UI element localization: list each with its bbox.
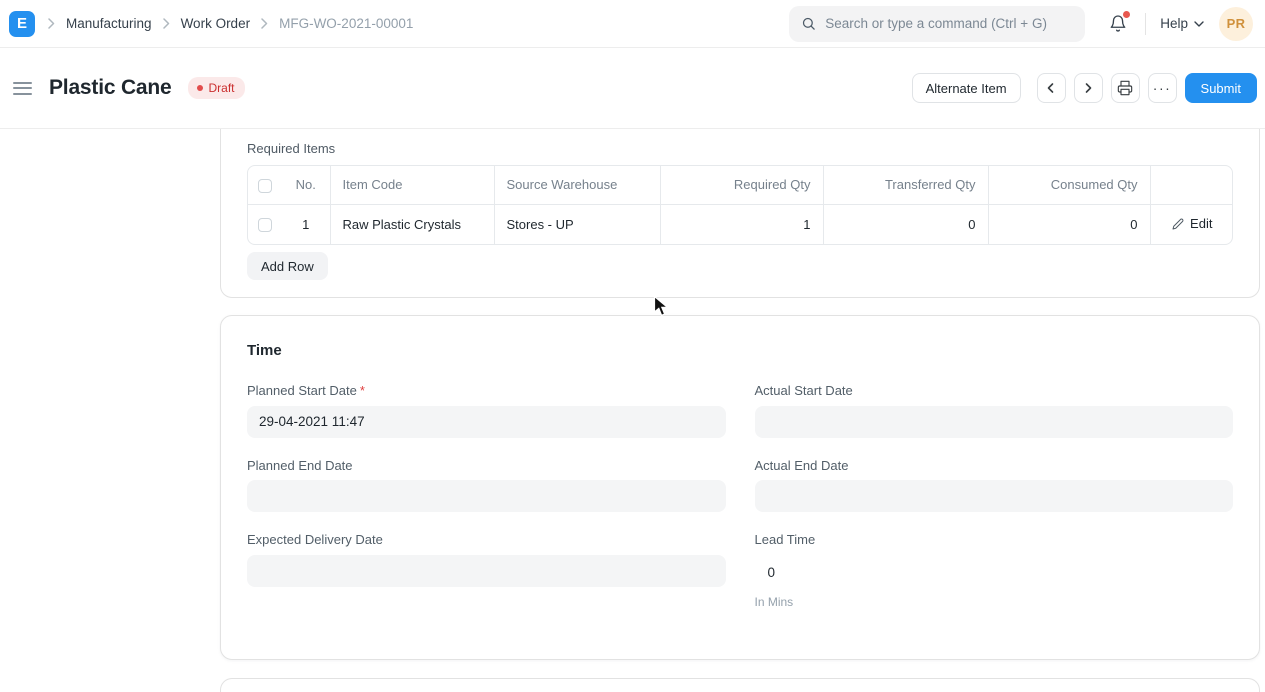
edit-row-button[interactable]: Edit <box>1172 216 1212 231</box>
navbar-right: Help PR <box>789 6 1253 42</box>
alternate-item-button[interactable]: Alternate Item <box>912 73 1021 103</box>
planned-start-date-input[interactable] <box>247 406 726 438</box>
form-sidebar <box>0 129 220 662</box>
consumed-qty-cell: 0 <box>988 204 1150 244</box>
chevron-left-icon <box>1045 82 1057 94</box>
more-actions-button[interactable]: ··· <box>1148 73 1177 103</box>
expected-delivery-date-input[interactable] <box>247 555 726 587</box>
add-row-button[interactable]: Add Row <box>247 252 328 280</box>
breadcrumb: Manufacturing Work Order MFG-WO-2021-000… <box>48 16 413 31</box>
status-badge-label: Draft <box>209 81 235 95</box>
required-items-section: Required Items No. Item Code Source Ware… <box>220 129 1260 298</box>
breadcrumb-item-current-doc: MFG-WO-2021-00001 <box>279 16 413 31</box>
help-label: Help <box>1160 16 1188 31</box>
lead-time-value: 0 <box>755 555 1234 580</box>
status-dot-icon <box>197 85 203 91</box>
actual-end-date-field: Actual End Date <box>755 459 1234 513</box>
column-header-no: No. <box>282 166 330 204</box>
next-document-button[interactable] <box>1074 73 1103 103</box>
avatar-initials: PR <box>1227 16 1246 31</box>
grid-header-row: No. Item Code Source Warehouse Required … <box>248 166 1233 204</box>
prev-document-button[interactable] <box>1037 73 1066 103</box>
search-input[interactable] <box>825 16 1073 31</box>
planned-start-date-field: Planned Start Date* <box>247 384 726 438</box>
planned-end-date-input[interactable] <box>247 480 726 512</box>
print-button[interactable] <box>1111 73 1140 103</box>
sidebar-toggle-icon[interactable] <box>10 78 35 99</box>
required-marker: * <box>360 383 365 398</box>
navbar-left: E Manufacturing Work Order MFG-WO-2021-0… <box>9 11 413 37</box>
table-row: 1 Raw Plastic Crystals Stores - UP 1 0 0… <box>248 204 1233 244</box>
form-body: Required Items No. Item Code Source Ware… <box>220 129 1265 662</box>
chevron-right-icon <box>1082 82 1094 94</box>
lead-time-label: Lead Time <box>755 533 1234 547</box>
breadcrumb-item-manufacturing[interactable]: Manufacturing <box>66 16 152 31</box>
row-index: 1 <box>282 204 330 244</box>
column-header-consumed-qty: Consumed Qty <box>988 166 1150 204</box>
time-field-grid: Planned Start Date* Actual Start Date Pl… <box>247 384 1233 609</box>
time-section-title: Time <box>247 343 1233 358</box>
status-badge: Draft <box>188 77 245 99</box>
breadcrumb-chevron-icon <box>163 18 170 29</box>
planned-start-date-label: Planned Start Date <box>247 383 357 398</box>
edit-row-label: Edit <box>1190 216 1212 231</box>
required-items-label: Required Items <box>247 141 1233 156</box>
lead-time-field: Lead Time 0 In Mins <box>755 533 1234 609</box>
page-head-actions: Alternate Item ··· Submit <box>912 73 1257 103</box>
column-header-source-warehouse: Source Warehouse <box>494 166 660 204</box>
global-search <box>789 6 1085 42</box>
help-dropdown[interactable]: Help <box>1160 16 1204 31</box>
column-header-item-code: Item Code <box>330 166 494 204</box>
breadcrumb-chevron-icon <box>48 18 55 29</box>
app-logo[interactable]: E <box>9 11 35 37</box>
submit-button[interactable]: Submit <box>1185 73 1257 103</box>
search-icon <box>801 16 816 31</box>
required-qty-cell: 1 <box>660 204 823 244</box>
row-checkbox[interactable] <box>258 218 272 232</box>
breadcrumb-item-work-order[interactable]: Work Order <box>181 16 251 31</box>
page-head-left: Plastic Cane Draft <box>10 76 245 100</box>
actual-end-date-input[interactable] <box>755 480 1234 512</box>
required-items-grid: No. Item Code Source Warehouse Required … <box>247 165 1233 245</box>
column-header-transferred-qty: Transferred Qty <box>823 166 988 204</box>
content-area: Required Items No. Item Code Source Ware… <box>0 129 1265 662</box>
breadcrumb-chevron-icon <box>261 18 268 29</box>
transferred-qty-cell: 0 <box>823 204 988 244</box>
notification-dot <box>1123 11 1130 18</box>
time-section: Time Planned Start Date* Actual Start Da… <box>220 315 1260 660</box>
planned-end-date-label: Planned End Date <box>247 459 726 473</box>
page-title: Plastic Cane <box>49 76 172 100</box>
actual-end-date-label: Actual End Date <box>755 459 1234 473</box>
select-all-checkbox[interactable] <box>258 179 272 193</box>
expected-delivery-date-label: Expected Delivery Date <box>247 533 726 547</box>
item-code-cell: Raw Plastic Crystals <box>330 204 494 244</box>
page-head: Plastic Cane Draft Alternate Item ··· Su… <box>0 48 1265 129</box>
expected-delivery-date-field: Expected Delivery Date <box>247 533 726 609</box>
pencil-icon <box>1172 218 1184 230</box>
navbar: E Manufacturing Work Order MFG-WO-2021-0… <box>0 0 1265 48</box>
app-logo-letter: E <box>17 15 27 32</box>
actual-start-date-field: Actual Start Date <box>755 384 1234 438</box>
chevron-down-icon <box>1194 21 1204 27</box>
planned-end-date-field: Planned End Date <box>247 459 726 513</box>
printer-icon <box>1117 80 1133 96</box>
lead-time-description: In Mins <box>755 595 1234 609</box>
source-warehouse-cell: Stores - UP <box>494 204 660 244</box>
next-section-partial <box>220 678 1260 692</box>
avatar[interactable]: PR <box>1219 7 1253 41</box>
navbar-divider <box>1145 13 1146 35</box>
ellipsis-icon: ··· <box>1153 81 1172 95</box>
notifications-button[interactable] <box>1105 11 1131 36</box>
actual-start-date-label: Actual Start Date <box>755 384 1234 398</box>
column-header-required-qty: Required Qty <box>660 166 823 204</box>
actual-start-date-input[interactable] <box>755 406 1234 438</box>
